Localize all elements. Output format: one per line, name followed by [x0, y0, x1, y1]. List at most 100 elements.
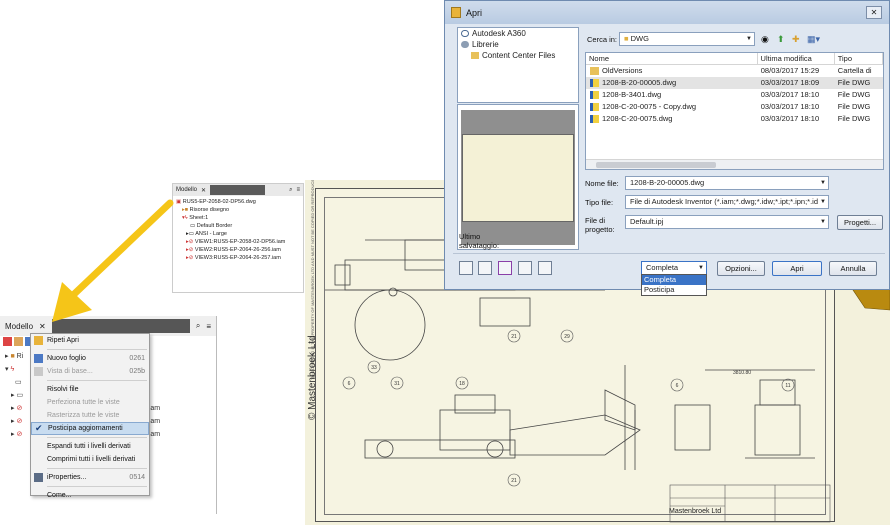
dwg-file-icon [590, 103, 599, 111]
menu-item-new-sheet[interactable]: Nuovo foglio 0261 [31, 352, 149, 365]
callout-31: 31 [394, 381, 400, 387]
file-type: Cartella di [837, 66, 872, 75]
file-row[interactable]: 1208-B-3401.dwg 03/03/2017 18:10 File DWG [586, 89, 883, 101]
drawing-file-icon[interactable] [3, 337, 12, 346]
locations-panel: Autodesk A360 Librerie Content Center Fi… [457, 27, 579, 103]
projects-button[interactable]: Progetti... [837, 215, 883, 230]
view-menu-icon[interactable]: ▦▾ [807, 34, 820, 45]
callout-21a: 21 [511, 334, 517, 340]
file-modified: 03/03/2017 18:10 [760, 114, 820, 123]
file-name: 1208-B-20-00005.dwg [602, 78, 677, 87]
tree-item-view3[interactable]: ▸⊘ VIEW3:RUS5-EP-2064-26-257.iam [176, 254, 300, 262]
menu-icon[interactable]: ≡ [206, 322, 211, 331]
small-browser-tab[interactable]: Modello [176, 187, 197, 193]
annotation-arrow [52, 199, 174, 322]
browser-tab[interactable]: Modello [5, 322, 33, 331]
view-warning-icon: ▸⊘ [186, 255, 194, 261]
column-type[interactable]: Tipo [835, 53, 883, 64]
menu-item-iproperties[interactable]: iProperties... 0514 [31, 471, 149, 484]
file-row[interactable]: 1208-C-20-0075.dwg 03/03/2017 18:10 File D… [586, 113, 883, 125]
file-modified: 08/03/2017 15:29 [760, 66, 820, 75]
location-a360[interactable]: Autodesk A360 [458, 28, 578, 39]
column-modified[interactable]: Ultima modifica [758, 53, 835, 64]
callout-18: 18 [459, 381, 465, 387]
option-posticipa[interactable]: Posticipa [642, 285, 706, 295]
help-icon[interactable] [459, 261, 473, 275]
app-icon [451, 7, 461, 18]
file-row[interactable]: 1208-C-20-0075 - Copy.dwg 03/03/2017 18:1… [586, 101, 883, 113]
file-type: File DWG [837, 102, 871, 111]
menu-item-resolve-file[interactable]: Risolvi file [31, 383, 149, 396]
menu-item-how-to[interactable]: Come... [31, 489, 149, 502]
filename-input[interactable]: 1208-B-20-00005.dwg ▼ [625, 176, 829, 190]
border-icon: ▭ [190, 223, 196, 229]
project-label-1: File di [585, 216, 606, 225]
copy-icon[interactable] [518, 261, 532, 275]
filetype-select[interactable]: File di Autodesk Inventor (*.iam;*.dwg;*… [625, 195, 829, 209]
menu-icon[interactable]: ≡ [296, 187, 300, 193]
file-modified: 03/03/2017 18:09 [760, 78, 820, 87]
look-in-combo[interactable]: ■ DWG ▼ [619, 32, 755, 46]
file-row[interactable]: OldVersions 08/03/2017 15:29 Cartella di [586, 65, 883, 77]
tree-item-view2[interactable]: ▸⊘ VIEW2:RUS5-EP-2064-26-256.iam [176, 246, 300, 254]
menu-separator [47, 468, 147, 469]
horizontal-scrollbar[interactable] [586, 159, 883, 169]
menu-item-defer-updates[interactable]: ✔ Posticipa aggiornamenti [31, 422, 149, 435]
file-modified: 03/03/2017 18:10 [760, 102, 820, 111]
view-warning-icon: ⊘ [16, 431, 23, 438]
new-folder-icon[interactable]: ✚ [792, 34, 800, 45]
callout-21b: 21 [511, 478, 517, 484]
view-warning-icon: ▸⊘ [186, 247, 194, 253]
tree-item-resources[interactable]: ▸■ Risorse disegno [176, 206, 300, 214]
project-select[interactable]: Default.ipj ▼ [625, 215, 829, 229]
menu-item-collapse-derived[interactable]: Comprimi tutti i livelli derivati [31, 453, 149, 466]
open-folder-icon [34, 336, 43, 345]
properties-icon[interactable] [498, 261, 512, 275]
option-completa[interactable]: Completa [642, 275, 706, 285]
last-saved-label-1: Ultimo [459, 232, 481, 241]
file-row[interactable]: 1208-B-20-00005.dwg 03/03/2017 18:09 File … [586, 77, 883, 89]
open-button[interactable]: Apri [772, 261, 822, 276]
menu-item-rasterize-views[interactable]: Rasterizza tutte le viste [31, 409, 149, 422]
dialog-title: Apri [466, 7, 483, 18]
callout-33: 33 [371, 365, 377, 371]
menu-item-refine-views[interactable]: Perfeziona tutte le viste [31, 396, 149, 409]
menu-item-expand-derived[interactable]: Espandi tutti i livelli derivati [31, 440, 149, 453]
resources-icon[interactable] [14, 337, 23, 346]
open-dialog: Apri ✕ Autodesk A360 Librerie Content Ce… [444, 0, 890, 296]
menu-item-base-view[interactable]: Vista di base... 025b [31, 365, 149, 378]
add-tab-bar[interactable] [210, 185, 266, 195]
file-name: OldVersions [602, 66, 643, 75]
chevron-down-icon: ▼ [818, 196, 826, 208]
cancel-button[interactable]: Annulla [829, 261, 877, 276]
file-type: File DWG [837, 90, 871, 99]
find-icon[interactable] [478, 261, 492, 275]
dialog-titlebar[interactable]: Apri [445, 1, 889, 24]
up-folder-icon[interactable]: ⬆ [777, 34, 785, 45]
column-name[interactable]: Nome [586, 53, 758, 64]
open-mode-select[interactable]: Completa ▼ [641, 261, 707, 275]
tree-item-border[interactable]: ▭ Default Border [176, 222, 300, 230]
menu-separator [47, 349, 147, 350]
design-assistant-icon[interactable] [538, 261, 552, 275]
tree-item-sheet[interactable]: ▾ϟ Sheet:1 [176, 214, 300, 222]
options-button[interactable]: Opzioni... [717, 261, 765, 276]
close-button[interactable]: ✕ [866, 6, 882, 19]
view-warning-icon: ⊘ [16, 405, 23, 412]
callout-29: 29 [564, 334, 570, 340]
title-block-company: Mastenbroek Ltd [669, 508, 722, 515]
search-icon[interactable]: ⌕ [196, 321, 200, 331]
filetype-label: Tipo file: [585, 198, 614, 207]
tree-item-drawing[interactable]: ▣ RUS5-EP-2058-02-DP56.dwg [176, 198, 300, 206]
location-content-center[interactable]: Content Center Files [458, 50, 578, 61]
menu-item-repeat-open[interactable]: Ripeti Apri [31, 334, 149, 347]
search-icon[interactable]: ⌕ [289, 187, 292, 194]
last-saved-label-2: salvataggio: [459, 241, 500, 250]
tree-item-view1[interactable]: ▸⊘ VIEW1:RUS5-EP-2058-02-DP56.iam [176, 238, 300, 246]
small-model-browser: Modello ✕ ⌕ ≡ ▣ RUS5-EP-2058-02-DP56.dwg… [172, 183, 304, 293]
location-libraries[interactable]: Librerie [458, 39, 578, 50]
close-icon[interactable]: ✕ [201, 187, 206, 194]
tree-item-titleblock[interactable]: ▸▭ ANSI - Large [176, 230, 300, 238]
back-icon[interactable]: ◉ [761, 34, 769, 45]
file-list: Nome Ultima modifica Tipo OldVersions 08/… [585, 52, 884, 170]
